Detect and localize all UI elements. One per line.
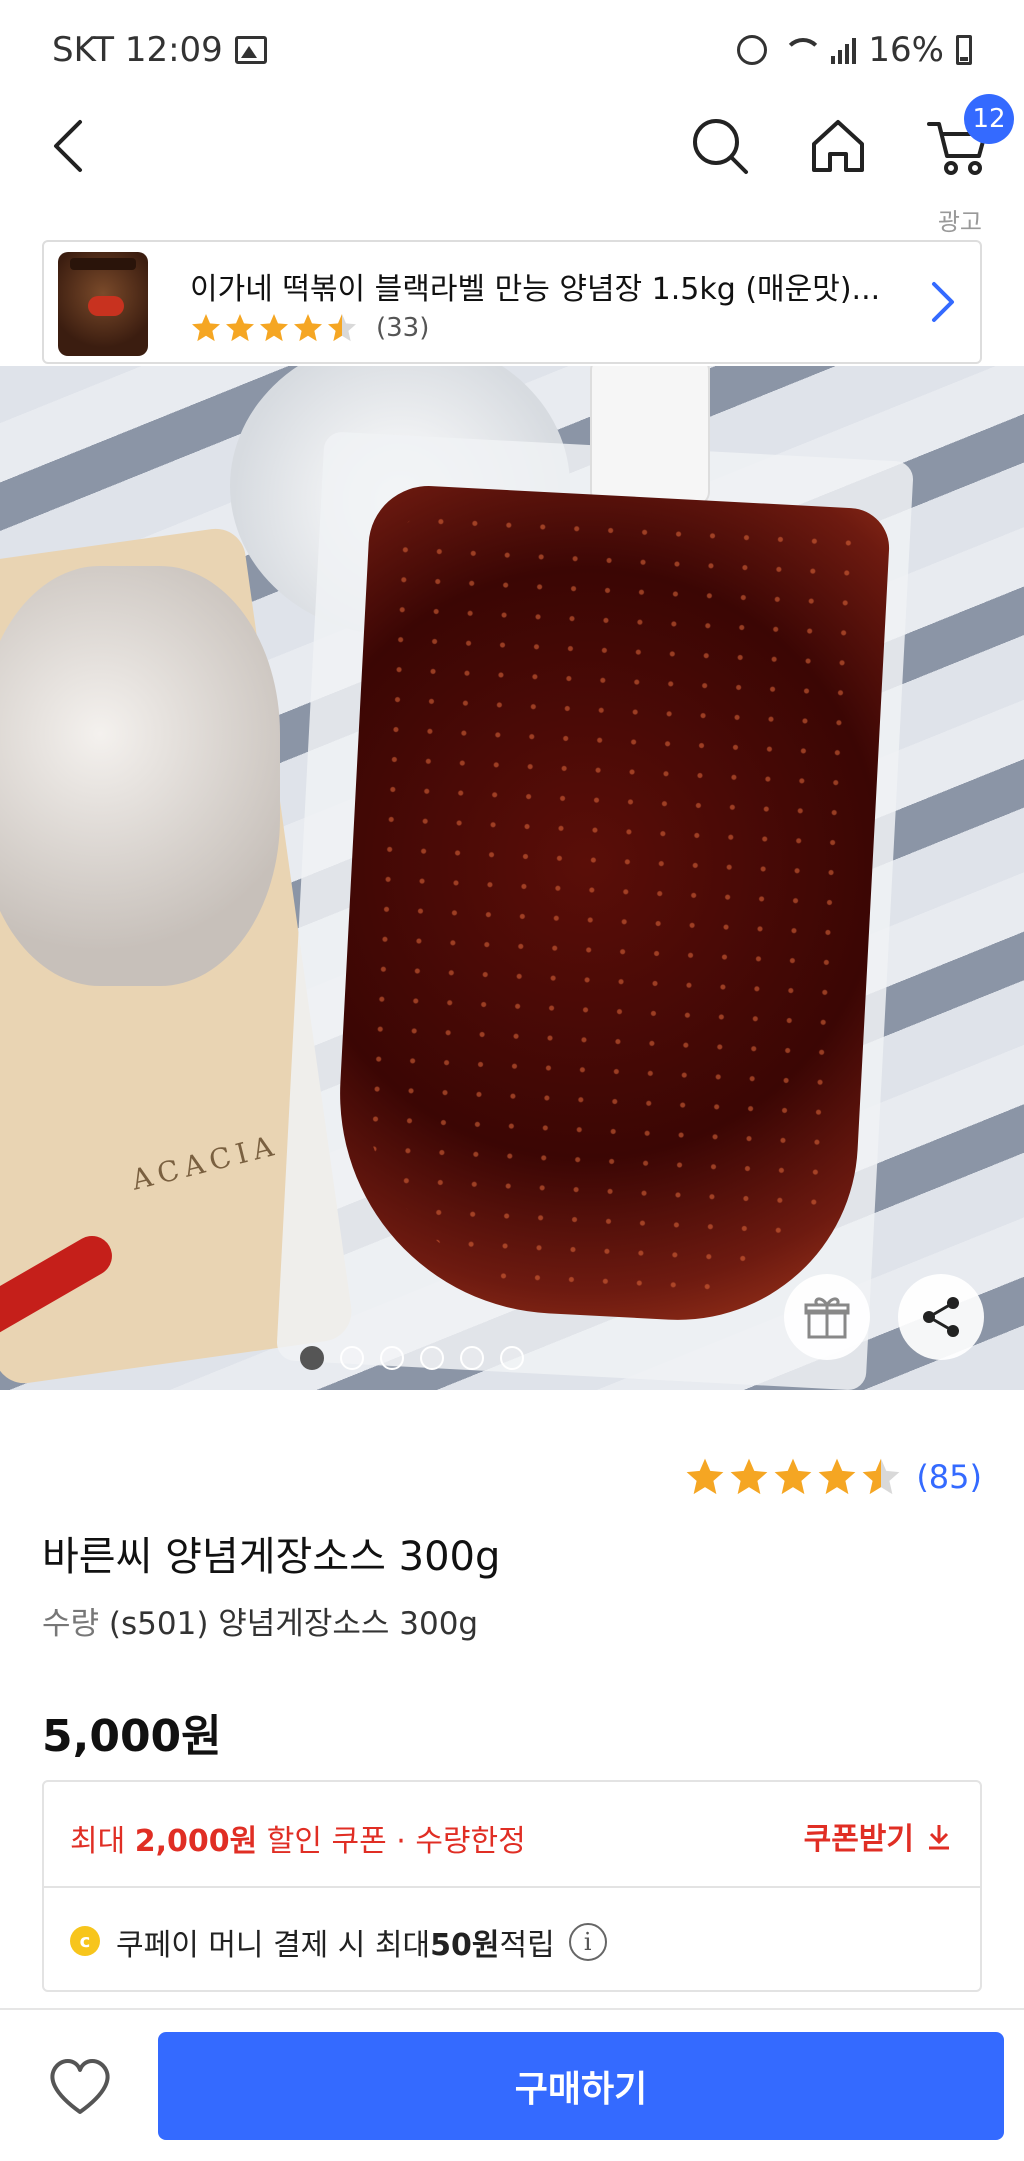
status-icons: 16% [737,30,972,70]
product-price: 5,000원 [42,1711,222,1762]
star-icon [294,314,322,342]
carousel-dot[interactable] [460,1346,484,1370]
coupon-text: 최대 2,000원 할인 쿠폰 · 수량한정 [70,1816,526,1860]
product-rating[interactable]: (85) [684,1456,982,1498]
coupon-row: 최대 2,000원 할인 쿠폰 · 수량한정 쿠폰받기 [44,1782,980,1888]
option-value: (s501) 양념게장소스 300g [108,1606,479,1642]
star-icon [192,314,220,342]
wifi-icon [779,36,824,64]
carrier-label: SKT [52,30,115,70]
pouch-cap [590,366,710,506]
star-icon [686,1458,724,1495]
back-icon[interactable] [42,116,102,176]
ad-product-thumbnail [58,252,148,356]
share-icon [923,1297,959,1337]
ad-banner[interactable]: 이가네 떡볶이 블랙라벨 만능 양념장 1.5kg (매운맛)... (33) [42,240,982,364]
time-label: 12:09 [124,30,223,70]
wishlist-heart-icon[interactable] [46,2054,114,2118]
ad-label: 광고 [937,208,982,236]
coupon-amount: 2,000원 [134,1824,258,1859]
coupon-suffix: 할인 쿠폰 · 수량한정 [257,1824,526,1859]
star-icon [226,314,254,342]
bottom-bar: 구매하기 [0,2008,1024,2161]
home-icon[interactable] [806,114,870,178]
coupay-row: c 쿠페이 머니 결제 시 최대 50원 적립 i [44,1890,980,1992]
star-icon [328,314,356,342]
coupon-prefix: 최대 [70,1824,135,1859]
get-coupon-label: 쿠폰받기 [803,1822,914,1857]
ad-review-count: (33) [376,313,430,343]
status-bar: SKT 12:09 16% [0,0,1024,100]
coupay-coin-icon: c [70,1926,100,1956]
status-time: SKT 12:09 [52,30,223,70]
carousel-dot[interactable] [420,1346,444,1370]
coupay-text: 쿠페이 머니 결제 시 최대 50원 적립 i [116,1920,607,1964]
benefit-box: 최대 2,000원 할인 쿠폰 · 수량한정 쿠폰받기 c 쿠페이 머니 결제 … [42,1780,982,1992]
alarm-icon [737,35,768,65]
chevron-right-icon [926,278,958,326]
top-nav: 12 [0,94,1024,210]
ad-title: 이가네 떡볶이 블랙라벨 만능 양념장 1.5kg (매운맛)... [190,272,881,307]
battery-level: 16% [868,30,944,70]
product-image-carousel[interactable]: ACACIA [0,366,1024,1390]
star-icon [260,314,288,342]
crab-meat [0,566,280,986]
product-option: 수량 (s501) 양념게장소스 300g [42,1598,478,1643]
ad-stars [190,312,358,344]
carousel-dot[interactable] [340,1346,364,1370]
info-icon[interactable]: i [568,1923,607,1961]
star-icon [862,1458,900,1495]
star-icon [730,1458,768,1495]
buy-button[interactable]: 구매하기 [158,2032,1004,2140]
star-icon [774,1458,812,1495]
pay-amount: 50원 [430,1928,500,1963]
product-name: 바른씨 양념게장소스 300g [42,1534,501,1580]
ad-rating: (33) [190,312,429,344]
carousel-dot[interactable] [380,1346,404,1370]
star-icon [818,1458,856,1495]
pay-suffix: 적립 [499,1928,555,1963]
gift-icon [804,1297,850,1339]
get-coupon-button[interactable]: 쿠폰받기 [804,1814,954,1858]
cart-count-badge[interactable]: 12 [964,94,1014,144]
carousel-dot[interactable] [500,1346,524,1370]
carousel-dot[interactable] [300,1346,324,1370]
download-icon [929,1825,949,1850]
product-stars [684,1456,902,1498]
sesame-seeds [349,503,871,1309]
signal-icon [831,36,857,64]
option-label: 수량 [42,1606,100,1642]
search-icon[interactable] [688,114,752,178]
gallery-notification-icon [235,36,267,64]
product-review-count[interactable]: (85) [916,1458,982,1496]
battery-icon [956,35,972,65]
carousel-dots [0,1346,1024,1370]
pay-prefix: 쿠페이 머니 결제 시 최대 [116,1928,431,1963]
